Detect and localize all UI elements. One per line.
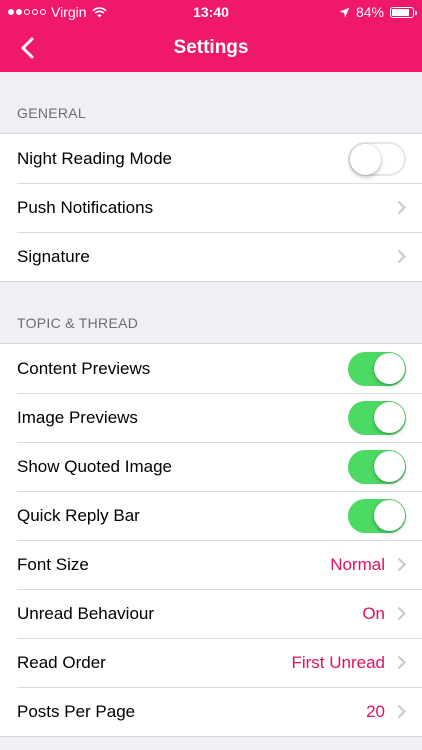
image-previews-row[interactable]: Image Previews bbox=[0, 393, 422, 442]
chevron-right-icon bbox=[397, 200, 406, 215]
unread-behaviour-value: On bbox=[362, 603, 385, 623]
font-size-value: Normal bbox=[330, 554, 385, 574]
row-label: Posts Per Page bbox=[17, 701, 136, 721]
wifi-icon bbox=[91, 6, 107, 17]
signal-strength-icon bbox=[8, 9, 46, 15]
carrier-name: Virgin bbox=[51, 4, 87, 20]
show-quoted-image-toggle[interactable] bbox=[348, 449, 406, 484]
row-label: Quick Reply Bar bbox=[17, 505, 140, 525]
posts-per-page-row[interactable]: Posts Per Page 20 bbox=[0, 687, 422, 736]
content-previews-row[interactable]: Content Previews bbox=[0, 344, 422, 393]
signature-row[interactable]: Signature bbox=[0, 232, 422, 281]
night-reading-mode-toggle[interactable] bbox=[348, 141, 406, 176]
content-previews-toggle[interactable] bbox=[348, 351, 406, 386]
status-bar: Virgin 13:40 84% bbox=[0, 0, 422, 24]
push-notifications-row[interactable]: Push Notifications bbox=[0, 183, 422, 232]
back-button[interactable] bbox=[12, 33, 42, 63]
battery-icon bbox=[389, 6, 417, 18]
night-reading-mode-row[interactable]: Night Reading Mode bbox=[0, 134, 422, 183]
row-label: Night Reading Mode bbox=[17, 148, 172, 168]
location-arrow-icon bbox=[339, 7, 350, 17]
show-quoted-image-row[interactable]: Show Quoted Image bbox=[0, 442, 422, 491]
chevron-right-icon bbox=[397, 557, 406, 572]
battery-percentage: 84% bbox=[355, 4, 384, 20]
image-previews-toggle[interactable] bbox=[348, 400, 406, 435]
chevron-right-icon bbox=[397, 655, 406, 670]
row-label: Content Previews bbox=[17, 358, 151, 378]
clock: 13:40 bbox=[193, 4, 229, 20]
navigation-bar: Settings bbox=[0, 24, 422, 72]
row-label: Font Size bbox=[17, 554, 89, 574]
back-chevron-icon bbox=[21, 37, 34, 59]
page-title: Settings bbox=[173, 37, 249, 58]
chevron-right-icon bbox=[397, 606, 406, 621]
quick-reply-bar-row[interactable]: Quick Reply Bar bbox=[0, 491, 422, 540]
row-label: Image Previews bbox=[17, 407, 138, 427]
row-label: Show Quoted Image bbox=[17, 456, 172, 476]
chevron-right-icon bbox=[397, 249, 406, 264]
row-label: Signature bbox=[17, 246, 90, 266]
general-group: Night Reading Mode Push Notifications Si… bbox=[0, 133, 422, 282]
quick-reply-bar-toggle[interactable] bbox=[348, 498, 406, 533]
row-label: Unread Behaviour bbox=[17, 603, 155, 623]
topic-thread-group: Content Previews Image Previews Show Quo… bbox=[0, 343, 422, 737]
row-label: Read Order bbox=[17, 652, 106, 672]
row-label: Push Notifications bbox=[17, 197, 154, 217]
section-header-topic-thread: TOPIC & THREAD bbox=[17, 315, 139, 331]
posts-per-page-value: 20 bbox=[366, 701, 385, 721]
header: Virgin 13:40 84% Settings bbox=[0, 0, 422, 72]
chevron-right-icon bbox=[397, 704, 406, 719]
font-size-row[interactable]: Font Size Normal bbox=[0, 540, 422, 589]
read-order-row[interactable]: Read Order First Unread bbox=[0, 638, 422, 687]
read-order-value: First Unread bbox=[291, 652, 385, 672]
section-header-general: GENERAL bbox=[17, 105, 87, 121]
unread-behaviour-row[interactable]: Unread Behaviour On bbox=[0, 589, 422, 638]
